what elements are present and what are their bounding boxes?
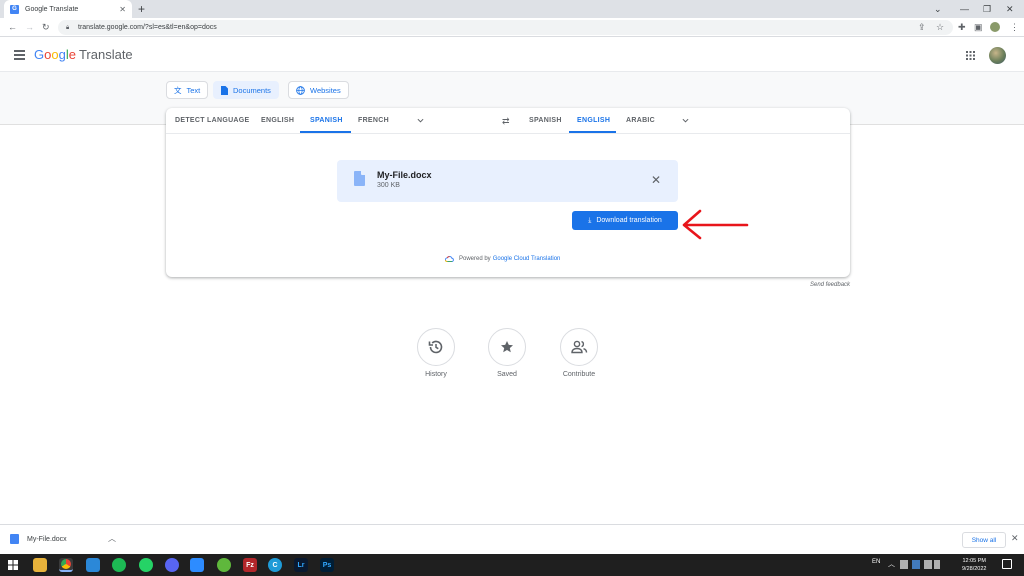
source-detect-language[interactable]: DETECT LANGUAGE [175, 116, 250, 125]
websites-mode-button[interactable]: Websites [288, 81, 349, 99]
address-bar[interactable]: 🔒︎ translate.google.com/?sl=es&tl=en&op=… [58, 20, 953, 35]
app-blue-icon[interactable]: C [268, 558, 282, 572]
tray-language[interactable]: EN [872, 559, 880, 565]
source-selected-indicator [300, 131, 351, 133]
file-name: My-File.docx [377, 170, 432, 180]
forward-icon[interactable]: → [25, 22, 34, 32]
tab-close-icon[interactable]: ✕ [119, 5, 126, 14]
annotation-arrow-icon [682, 209, 749, 240]
powered-by: Powered by Google Cloud Translation [445, 256, 560, 262]
document-translate-card: DETECT LANGUAGE ENGLISH SPANISH FRENCH ⇄… [166, 108, 850, 277]
history-label: History [425, 371, 447, 378]
target-selected-indicator [569, 131, 616, 133]
tray-chevron-icon[interactable]: ︿ [888, 559, 895, 569]
google-cloud-icon [445, 256, 454, 262]
google-translate-favicon-icon: G [10, 4, 19, 14]
browser-tab[interactable]: G Google Translate ✕ [4, 0, 132, 18]
browser-toolbar: ← → ↻ 🔒︎ translate.google.com/?sl=es&tl=… [0, 18, 1024, 37]
spotify-icon[interactable] [112, 558, 126, 572]
photoshop-icon[interactable]: Ps [320, 558, 334, 572]
target-arabic[interactable]: ARABIC [626, 116, 655, 125]
app-green-icon[interactable] [217, 558, 231, 572]
send-feedback-link[interactable]: Send feedback [810, 282, 850, 288]
filezilla-icon[interactable]: Fz [243, 558, 257, 572]
show-all-button[interactable]: Show all [962, 532, 1006, 548]
globe-icon [296, 85, 305, 95]
url-text: translate.google.com/?sl=es&tl=en&op=doc… [78, 24, 217, 31]
side-panel-icon[interactable]: ▣ [974, 22, 983, 32]
browser-tab-strip: G Google Translate ✕ + ⌄ — ❐ ✕ [0, 0, 1024, 18]
saved-label: Saved [497, 371, 517, 378]
download-icon: ⤓ [588, 216, 592, 224]
app-header: Google Translate [0, 37, 1024, 72]
source-english[interactable]: ENGLISH [261, 116, 294, 125]
downloaded-file-item[interactable]: My-File.docx [10, 534, 67, 544]
contribute-label: Contribute [562, 371, 596, 378]
profile-avatar-icon[interactable] [990, 22, 1000, 32]
browser-menu-icon[interactable]: ⋮ [1010, 22, 1019, 32]
history-icon [428, 340, 443, 354]
document-icon [221, 85, 228, 95]
discord-icon[interactable] [165, 558, 179, 572]
account-avatar[interactable] [989, 47, 1006, 64]
tray-icons[interactable] [900, 560, 940, 569]
minimize-icon[interactable]: — [960, 2, 969, 16]
new-tab-icon[interactable]: + [138, 2, 145, 16]
back-icon[interactable]: ← [8, 22, 17, 32]
download-options-chevron-icon[interactable]: ︿ [108, 533, 116, 544]
source-french[interactable]: FRENCH [358, 116, 389, 125]
source-spanish[interactable]: SPANISH [310, 116, 343, 125]
windows-taskbar: Fz C Lr Ps EN ︿ 12:05 PM 9/28/2022 [0, 554, 1024, 576]
chrome-icon[interactable] [59, 558, 73, 572]
swap-languages-icon[interactable]: ⇄ [502, 116, 510, 127]
uploaded-file: My-File.docx 300 KB ✕ [337, 160, 678, 202]
file-icon [354, 171, 365, 186]
lightroom-icon[interactable]: Lr [294, 558, 308, 572]
people-icon [570, 340, 587, 354]
source-more-languages-chevron-icon[interactable] [417, 117, 424, 124]
zoom-icon[interactable] [190, 558, 204, 572]
extensions-puzzle-icon[interactable]: ✚ [958, 22, 966, 32]
documents-mode-button[interactable]: Documents [213, 81, 279, 99]
app-icon[interactable] [86, 558, 100, 572]
restore-icon[interactable]: ❐ [983, 2, 991, 16]
remove-file-icon[interactable]: ✕ [651, 174, 661, 186]
share-icon[interactable]: ⇪ [918, 22, 926, 32]
lock-icon: 🔒︎ [66, 24, 70, 31]
window-close-icon[interactable]: ✕ [1006, 2, 1014, 16]
target-more-languages-chevron-icon[interactable] [682, 117, 689, 124]
star-icon [501, 341, 513, 353]
tab-title: Google Translate [25, 5, 79, 13]
main-menu-icon[interactable] [14, 50, 25, 62]
system-clock[interactable]: 12:05 PM 9/28/2022 [962, 557, 986, 573]
google-translate-logo[interactable]: Google Translate [34, 47, 133, 63]
file-explorer-icon[interactable] [33, 558, 47, 572]
close-shelf-icon[interactable]: ✕ [1011, 533, 1019, 544]
word-doc-icon [10, 534, 19, 544]
translate-icon: 文 [174, 85, 182, 95]
google-apps-icon[interactable] [966, 51, 975, 60]
language-bar: DETECT LANGUAGE ENGLISH SPANISH FRENCH ⇄… [166, 108, 850, 134]
target-english[interactable]: ENGLISH [577, 116, 610, 125]
text-mode-button[interactable]: 文 Text [166, 81, 209, 99]
file-size: 300 KB [377, 182, 400, 189]
download-shelf: My-File.docx ︿ Show all ✕ [0, 524, 1024, 554]
notifications-icon[interactable] [1002, 559, 1012, 569]
product-name: Translate [78, 47, 133, 62]
saved-button[interactable] [488, 328, 526, 366]
download-translation-button[interactable]: ⤓ Download translation [572, 211, 678, 230]
contribute-button[interactable] [560, 328, 598, 366]
tab-search-chevron-icon[interactable]: ⌄ [934, 2, 942, 16]
cloud-translation-link[interactable]: Google Cloud Translation [493, 256, 561, 262]
target-spanish[interactable]: SPANISH [529, 116, 562, 125]
windows-start-icon[interactable] [8, 560, 18, 570]
bookmark-star-icon[interactable]: ☆ [936, 22, 944, 32]
reload-icon[interactable]: ↻ [42, 22, 50, 32]
whatsapp-icon[interactable] [139, 558, 153, 572]
history-button[interactable] [417, 328, 455, 366]
